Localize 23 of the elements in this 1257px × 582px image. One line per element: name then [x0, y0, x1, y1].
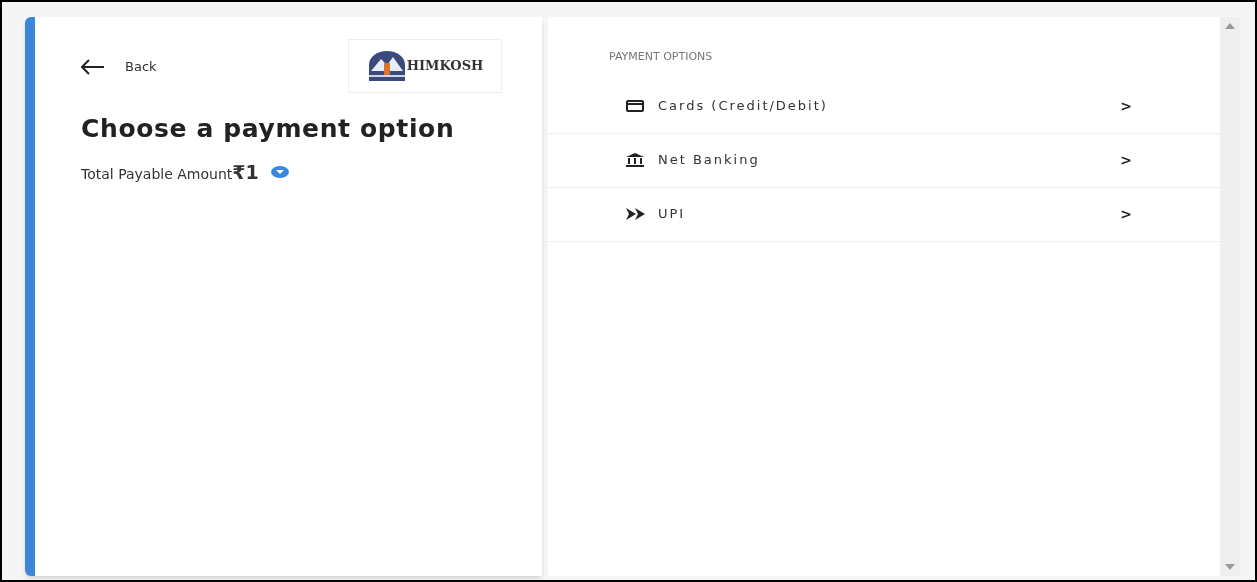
- payment-option[interactable]: UPI >: [548, 187, 1220, 242]
- page-title: Choose a payment option: [81, 113, 456, 144]
- chevron: >: [1120, 204, 1132, 224]
- scroll-down-icon[interactable]: [1225, 564, 1235, 570]
- section-heading: PAYMENT OPTIONS: [608, 49, 714, 65]
- option-label: Cards (Credit/Debit): [658, 97, 829, 116]
- emblem-icon: [366, 51, 407, 81]
- option-label: UPI: [658, 205, 687, 224]
- bank-icon: [626, 153, 644, 167]
- chevron: >: [1120, 96, 1132, 116]
- chevron: >: [1120, 150, 1132, 170]
- option-label: Net Banking: [658, 151, 761, 170]
- card-icon: [626, 100, 644, 112]
- back-arrow-icon: [81, 59, 105, 75]
- payment-option[interactable]: Net Banking >: [548, 133, 1220, 188]
- payment-option[interactable]: Cards (Credit/Debit) >: [548, 79, 1220, 134]
- scroll-up-icon[interactable]: [1225, 23, 1235, 29]
- amount-text: Total Payable Amount₹1: [81, 160, 259, 185]
- logo: HIMKOSH: [348, 39, 502, 93]
- dropdown-icon[interactable]: [270, 166, 289, 179]
- back-button[interactable]: Back: [81, 57, 157, 77]
- fast-forward-icon: [626, 208, 646, 220]
- scrollbar[interactable]: [1220, 17, 1240, 576]
